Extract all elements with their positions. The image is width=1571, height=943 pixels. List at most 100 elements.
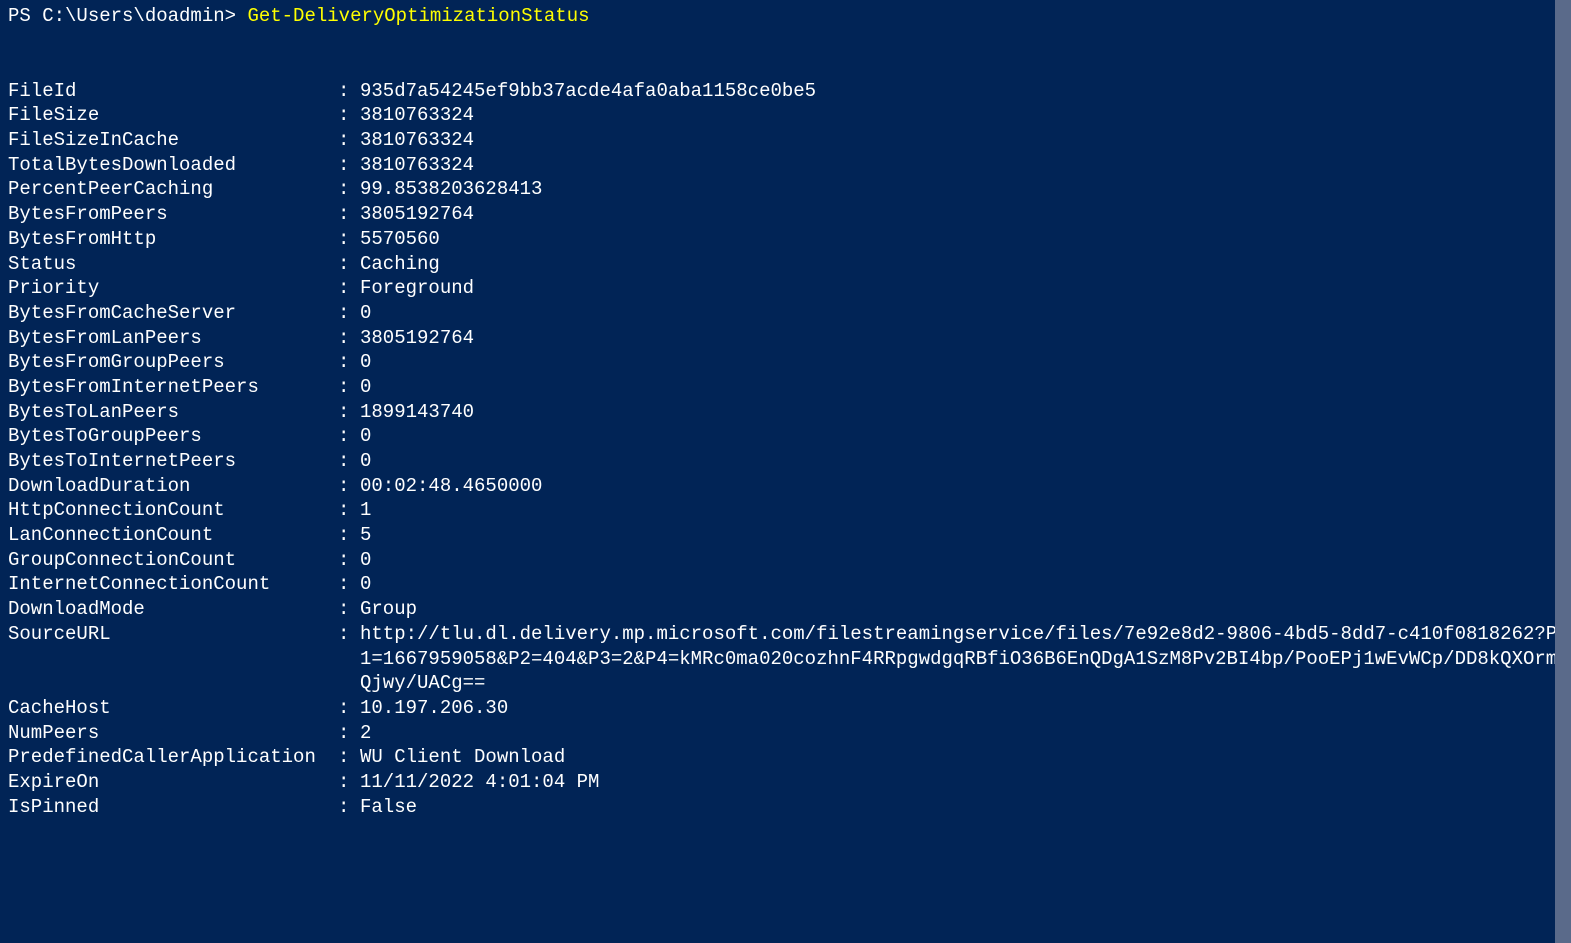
output-property-row: BytesFromHttp : 5570560 — [8, 227, 1563, 252]
output-property-row: BytesFromInternetPeers : 0 — [8, 375, 1563, 400]
property-value: 0 — [360, 449, 1563, 474]
property-value: 0 — [360, 572, 1563, 597]
property-name: BytesToGroupPeers — [8, 424, 338, 449]
output-property-row: BytesFromCacheServer : 0 — [8, 301, 1563, 326]
property-value: 0 — [360, 301, 1563, 326]
property-value: 935d7a54245ef9bb37acde4afa0aba1158ce0be5 — [360, 79, 1563, 104]
property-separator: : — [338, 721, 360, 746]
output-property-row: TotalBytesDownloaded : 3810763324 — [8, 153, 1563, 178]
property-separator: : — [338, 498, 360, 523]
output-property-row: BytesToGroupPeers : 0 — [8, 424, 1563, 449]
output-property-row: BytesFromLanPeers : 3805192764 — [8, 326, 1563, 351]
command-name: Get-DeliveryOptimizationStatus — [247, 5, 589, 27]
property-separator: : — [338, 424, 360, 449]
property-separator: : — [338, 128, 360, 153]
command-prompt-line: PS C:\Users\doadmin> Get-DeliveryOptimiz… — [8, 4, 1563, 29]
property-name: FileId — [8, 79, 338, 104]
prompt-path: PS C:\Users\doadmin> — [8, 5, 247, 27]
property-name: BytesFromPeers — [8, 202, 338, 227]
property-name: DownloadMode — [8, 597, 338, 622]
property-name: CacheHost — [8, 696, 338, 721]
output-property-row: Priority : Foreground — [8, 276, 1563, 301]
output-property-row: HttpConnectionCount : 1 — [8, 498, 1563, 523]
output-property-row: PredefinedCallerApplication : WU Client … — [8, 745, 1563, 770]
output-property-row: BytesFromPeers : 3805192764 — [8, 202, 1563, 227]
output-property-row: BytesFromGroupPeers : 0 — [8, 350, 1563, 375]
property-value: 3805192764 — [360, 326, 1563, 351]
output-property-row: NumPeers : 2 — [8, 721, 1563, 746]
property-name: DownloadDuration — [8, 474, 338, 499]
property-name: BytesFromGroupPeers — [8, 350, 338, 375]
property-name: BytesFromCacheServer — [8, 301, 338, 326]
property-name: BytesFromLanPeers — [8, 326, 338, 351]
output-property-row: CacheHost : 10.197.206.30 — [8, 696, 1563, 721]
property-separator: : — [338, 400, 360, 425]
property-separator: : — [338, 79, 360, 104]
output-property-row: ExpireOn : 11/11/2022 4:01:04 PM — [8, 770, 1563, 795]
output-property-row: SourceURL : http://tlu.dl.delivery.mp.mi… — [8, 622, 1563, 696]
property-name: FileSize — [8, 103, 338, 128]
output-property-row: BytesToLanPeers : 1899143740 — [8, 400, 1563, 425]
property-value: Caching — [360, 252, 1563, 277]
property-name: PercentPeerCaching — [8, 177, 338, 202]
property-value: http://tlu.dl.delivery.mp.microsoft.com/… — [360, 622, 1563, 696]
property-value: 11/11/2022 4:01:04 PM — [360, 770, 1563, 795]
output-property-row: FileSize : 3810763324 — [8, 103, 1563, 128]
property-separator: : — [338, 375, 360, 400]
property-name: ExpireOn — [8, 770, 338, 795]
property-separator: : — [338, 227, 360, 252]
property-separator: : — [338, 474, 360, 499]
property-value: 0 — [360, 350, 1563, 375]
property-name: LanConnectionCount — [8, 523, 338, 548]
property-name: NumPeers — [8, 721, 338, 746]
property-separator: : — [338, 103, 360, 128]
property-separator: : — [338, 326, 360, 351]
property-name: SourceURL — [8, 622, 338, 696]
property-separator: : — [338, 449, 360, 474]
property-name: BytesFromHttp — [8, 227, 338, 252]
property-name: InternetConnectionCount — [8, 572, 338, 597]
property-name: GroupConnectionCount — [8, 548, 338, 573]
property-value: 5570560 — [360, 227, 1563, 252]
output-property-row: DownloadMode : Group — [8, 597, 1563, 622]
output-property-row: Status : Caching — [8, 252, 1563, 277]
command-output: FileId : 935d7a54245ef9bb37acde4afa0aba1… — [8, 79, 1563, 820]
property-value: 5 — [360, 523, 1563, 548]
property-separator: : — [338, 301, 360, 326]
property-separator: : — [338, 622, 360, 696]
property-separator: : — [338, 177, 360, 202]
output-property-row: FileSizeInCache : 3810763324 — [8, 128, 1563, 153]
scrollbar-track[interactable] — [1555, 0, 1571, 943]
property-value: 2 — [360, 721, 1563, 746]
property-separator: : — [338, 276, 360, 301]
property-separator: : — [338, 770, 360, 795]
property-separator: : — [338, 795, 360, 820]
output-property-row: DownloadDuration : 00:02:48.4650000 — [8, 474, 1563, 499]
property-value: 3805192764 — [360, 202, 1563, 227]
property-separator: : — [338, 523, 360, 548]
output-property-row: BytesToInternetPeers : 0 — [8, 449, 1563, 474]
property-separator: : — [338, 548, 360, 573]
property-value: 10.197.206.30 — [360, 696, 1563, 721]
property-separator: : — [338, 745, 360, 770]
property-value: 0 — [360, 424, 1563, 449]
property-name: HttpConnectionCount — [8, 498, 338, 523]
property-value: WU Client Download — [360, 745, 1563, 770]
scrollbar-thumb[interactable] — [1555, 0, 1571, 943]
output-property-row: FileId : 935d7a54245ef9bb37acde4afa0aba1… — [8, 79, 1563, 104]
property-value: 99.8538203628413 — [360, 177, 1563, 202]
property-separator: : — [338, 202, 360, 227]
property-value: False — [360, 795, 1563, 820]
property-separator: : — [338, 696, 360, 721]
property-value: 3810763324 — [360, 153, 1563, 178]
property-name: PredefinedCallerApplication — [8, 745, 338, 770]
property-separator: : — [338, 572, 360, 597]
output-property-row: PercentPeerCaching : 99.8538203628413 — [8, 177, 1563, 202]
output-property-row: LanConnectionCount : 5 — [8, 523, 1563, 548]
property-value: 3810763324 — [360, 103, 1563, 128]
property-separator: : — [338, 252, 360, 277]
property-name: BytesToLanPeers — [8, 400, 338, 425]
property-value: 00:02:48.4650000 — [360, 474, 1563, 499]
property-name: Status — [8, 252, 338, 277]
property-value: 0 — [360, 548, 1563, 573]
